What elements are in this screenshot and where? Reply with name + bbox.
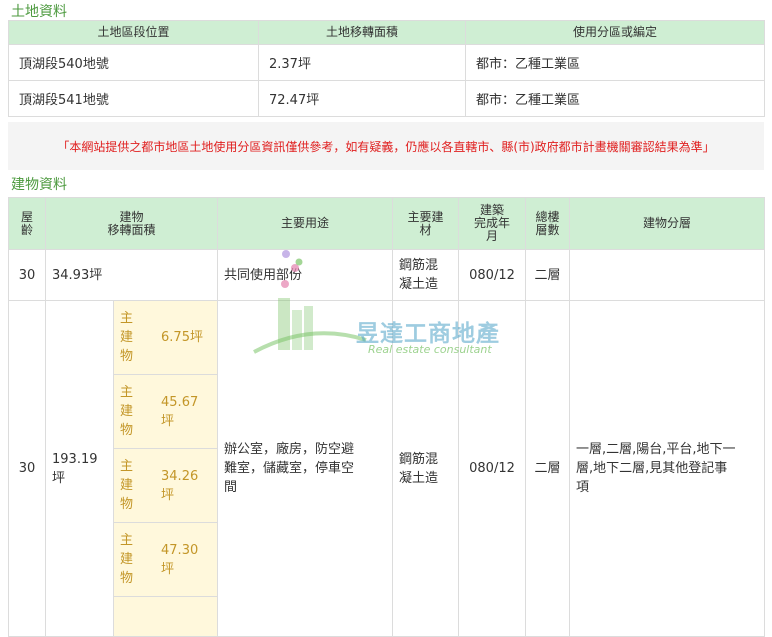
- col-header-main-use: 主要用途: [217, 197, 394, 250]
- col-header-completed: 建築 完成年 月: [458, 197, 527, 250]
- building-age: 30: [8, 249, 46, 301]
- col-header-floor-layer: 建物分層: [569, 197, 766, 250]
- land-section-title: 土地資料: [11, 4, 67, 20]
- table-row: 30 34.93坪 共同使用部份 鋼筋混 凝土造 080/12 二層: [8, 249, 766, 301]
- col-header-material: 主要建 材: [392, 197, 460, 250]
- land-location: 頂湖段541地號: [8, 80, 259, 117]
- sub-building-cell: 主 建 物 34.26 坪: [112, 448, 219, 523]
- land-location: 頂湖段540地號: [8, 44, 259, 81]
- building-floors: 二層: [525, 249, 571, 301]
- sub-building-label: 主 建 物: [120, 459, 134, 512]
- building-use: 共同使用部份: [217, 249, 394, 301]
- building-table: 屋 齡 建物 移轉面積 主要用途 主要建 材 建築 完成年 月 總樓 層數 建物…: [8, 197, 766, 637]
- building-area: 193.19 坪: [45, 300, 114, 637]
- building-area: 34.93坪: [44, 249, 219, 301]
- building-section-title: 建物資料: [11, 177, 67, 193]
- land-area: 72.47坪: [258, 80, 466, 117]
- col-header-age: 屋 齡: [8, 197, 46, 250]
- table-row: 30 193.19 坪 主 建 物 6.75坪 辦公室，廠房，防空避 難室，儲藏…: [8, 300, 766, 637]
- col-header-floors: 總樓 層數: [525, 197, 571, 250]
- building-completed: 080/12: [458, 300, 527, 637]
- table-row: 頂湖段540地號 2.37坪 都市：乙種工業區: [8, 44, 765, 81]
- building-floor-layer: [569, 249, 766, 301]
- building-material: 鋼筋混 凝土造: [392, 300, 460, 637]
- land-zoning: 都市：乙種工業區: [465, 80, 765, 117]
- land-table-header: 土地區段位置 土地移轉面積 使用分區或編定: [8, 20, 765, 45]
- land-area: 2.37坪: [258, 44, 466, 81]
- land-table: 土地區段位置 土地移轉面積 使用分區或編定 頂湖段540地號 2.37坪 都市：…: [8, 20, 765, 117]
- sub-building-cell: 主 建 物 45.67 坪: [112, 374, 219, 449]
- sub-building-area: 6.75坪: [161, 330, 203, 345]
- sub-building-cell: 主 建 物 47.30 坪: [112, 522, 219, 597]
- building-age: 30: [8, 300, 46, 637]
- building-table-header: 屋 齡 建物 移轉面積 主要用途 主要建 材 建築 完成年 月 總樓 層數 建物…: [8, 197, 766, 250]
- building-floors: 二層: [525, 300, 571, 637]
- table-row: 頂湖段541地號 72.47坪 都市：乙種工業區: [8, 80, 765, 117]
- building-material: 鋼筋混 凝土造: [392, 249, 460, 301]
- building-use: 辦公室，廠房，防空避 難室，儲藏室，停車空 間: [217, 300, 394, 637]
- col-header-area: 土地移轉面積: [258, 20, 466, 45]
- sub-building-cell: [112, 596, 219, 637]
- sub-building-label: 主 建 物: [120, 385, 134, 438]
- sub-building-area: 47.30 坪: [161, 542, 199, 577]
- sub-building-label: 主 建 物: [120, 311, 134, 364]
- col-header-zoning: 使用分區或編定: [465, 20, 765, 45]
- sub-building-area: 45.67 坪: [161, 394, 199, 429]
- building-completed: 080/12: [458, 249, 527, 301]
- sub-building-cell: 主 建 物 6.75坪: [112, 300, 219, 375]
- zoning-disclaimer: 「本網站提供之都市地區土地使用分區資訊僅供參考，如有疑義，仍應以各直轄市、縣(市…: [8, 122, 764, 170]
- col-header-location: 土地區段位置: [8, 20, 259, 45]
- land-zoning: 都市：乙種工業區: [465, 44, 765, 81]
- col-header-building-area: 建物 移轉面積: [44, 197, 219, 250]
- sub-building-label: 主 建 物: [120, 533, 134, 586]
- building-floor-layer: 一層,二層,陽台,平台,地下一 層,地下二層,見其他登記事 項: [569, 300, 766, 637]
- sub-building-area: 34.26 坪: [161, 468, 199, 503]
- zoning-disclaimer-text: 「本網站提供之都市地區土地使用分區資訊僅供參考，如有疑義，仍應以各直轄市、縣(市…: [57, 139, 715, 154]
